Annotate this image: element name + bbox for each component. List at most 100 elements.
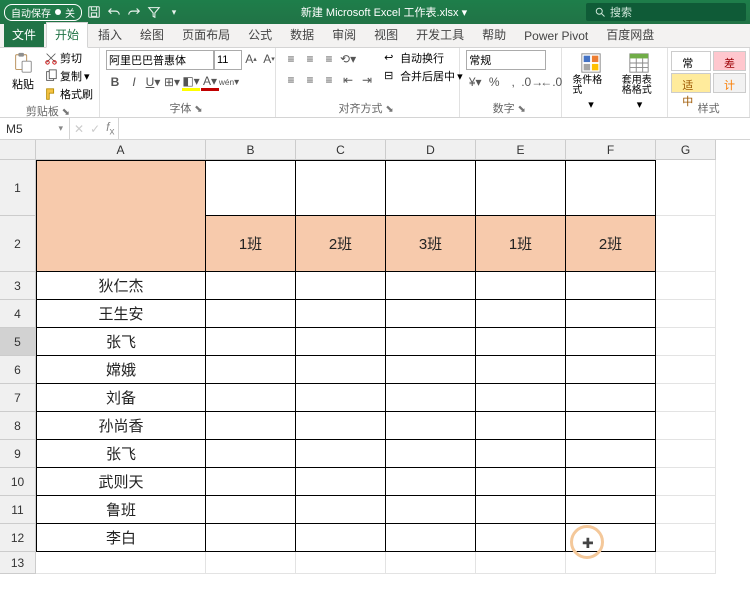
cell-E13[interactable] (476, 552, 566, 574)
cell-D2[interactable]: 3班 (386, 216, 476, 272)
clipboard-launcher-icon[interactable]: ⬊ (59, 107, 73, 118)
cell-E10[interactable] (476, 468, 566, 496)
row-header-12[interactable]: 12 (0, 524, 36, 552)
cell-F9[interactable] (566, 440, 656, 468)
align-top-button[interactable]: ≡ (282, 50, 300, 68)
underline-button[interactable]: U▾ (144, 73, 162, 91)
cell-A7[interactable]: 刘备 (36, 384, 206, 412)
cell-D12[interactable] (386, 524, 476, 552)
cell-C9[interactable] (296, 440, 386, 468)
cell-A3[interactable]: 狄仁杰 (36, 272, 206, 300)
align-right-button[interactable]: ≡ (320, 71, 338, 89)
cell-B1[interactable] (206, 160, 296, 216)
font-name-combo[interactable] (106, 50, 214, 70)
cell-E3[interactable] (476, 272, 566, 300)
format-painter-button[interactable]: 格式刷 (44, 86, 93, 102)
increase-font-button[interactable]: A▴ (242, 50, 260, 68)
align-middle-button[interactable]: ≡ (301, 50, 319, 68)
cell-C13[interactable] (296, 552, 386, 574)
enter-icon[interactable]: ✓ (90, 122, 100, 136)
cell-F6[interactable] (566, 356, 656, 384)
align-bottom-button[interactable]: ≡ (320, 50, 338, 68)
tab-powerpivot[interactable]: Power Pivot (516, 26, 596, 47)
cell-B2[interactable]: 1班 (206, 216, 296, 272)
cell-F4[interactable] (566, 300, 656, 328)
cell-A12[interactable]: 李白 (36, 524, 206, 552)
cell-D7[interactable] (386, 384, 476, 412)
indent-inc-button[interactable]: ⇥ (358, 71, 376, 89)
cell-B7[interactable] (206, 384, 296, 412)
tab-dev[interactable]: 开发工具 (408, 23, 472, 47)
cell-C12[interactable] (296, 524, 386, 552)
cell-E8[interactable] (476, 412, 566, 440)
cell-B3[interactable] (206, 272, 296, 300)
formula-input[interactable] (119, 118, 750, 139)
cell-E9[interactable] (476, 440, 566, 468)
cell-A10[interactable]: 武则天 (36, 468, 206, 496)
tab-insert[interactable]: 插入 (90, 23, 130, 47)
save-icon[interactable] (86, 4, 102, 20)
cell-E4[interactable] (476, 300, 566, 328)
fx-icon[interactable]: fx (106, 120, 114, 137)
cell-B4[interactable] (206, 300, 296, 328)
cell-C7[interactable] (296, 384, 386, 412)
row-header-11[interactable]: 11 (0, 496, 36, 524)
cell-D5[interactable] (386, 328, 476, 356)
cell-C4[interactable] (296, 300, 386, 328)
cell-B8[interactable] (206, 412, 296, 440)
cell-A6[interactable]: 嫦娥 (36, 356, 206, 384)
italic-button[interactable]: I (125, 73, 143, 91)
cell-F8[interactable] (566, 412, 656, 440)
cell-G2[interactable] (656, 216, 716, 272)
name-box[interactable]: M5 ▾ (0, 118, 70, 139)
cell-F5[interactable] (566, 328, 656, 356)
cell-G1[interactable] (656, 160, 716, 216)
redo-icon[interactable] (126, 4, 142, 20)
cancel-icon[interactable]: ✕ (74, 122, 84, 136)
row-header-3[interactable]: 3 (0, 272, 36, 300)
cell-G7[interactable] (656, 384, 716, 412)
col-header-D[interactable]: D (386, 140, 476, 160)
select-all-corner[interactable] (0, 140, 36, 160)
cell-F11[interactable] (566, 496, 656, 524)
cell-G8[interactable] (656, 412, 716, 440)
cell-B13[interactable] (206, 552, 296, 574)
cell-C6[interactable] (296, 356, 386, 384)
search-box[interactable]: 搜索 (586, 3, 746, 21)
style-mid[interactable]: 适中 (671, 73, 711, 93)
cell-F1[interactable] (566, 160, 656, 216)
currency-button[interactable]: ¥▾ (466, 73, 484, 91)
cell-E12[interactable] (476, 524, 566, 552)
dec-decimal-button[interactable]: ←.0 (542, 73, 560, 91)
comma-button[interactable]: , (504, 73, 522, 91)
row-header-6[interactable]: 6 (0, 356, 36, 384)
cell-G10[interactable] (656, 468, 716, 496)
cell-D11[interactable] (386, 496, 476, 524)
cell-A13[interactable] (36, 552, 206, 574)
cell-F7[interactable] (566, 384, 656, 412)
undo-icon[interactable] (106, 4, 122, 20)
cell-C1[interactable] (296, 160, 386, 216)
cell-B10[interactable] (206, 468, 296, 496)
fill-color-button[interactable]: ◧▾ (182, 73, 200, 91)
cell-B11[interactable] (206, 496, 296, 524)
cell-E2[interactable]: 1班 (476, 216, 566, 272)
style-bad[interactable]: 差 (713, 51, 746, 71)
row-header-9[interactable]: 9 (0, 440, 36, 468)
row-header-8[interactable]: 8 (0, 412, 36, 440)
cell-E1[interactable] (476, 160, 566, 216)
cell-G13[interactable] (656, 552, 716, 574)
cell-A9[interactable]: 张飞 (36, 440, 206, 468)
cell-G12[interactable] (656, 524, 716, 552)
style-calc[interactable]: 计 (713, 73, 746, 93)
cell-D4[interactable] (386, 300, 476, 328)
number-format-combo[interactable] (466, 50, 546, 70)
paste-button[interactable]: 粘贴 (6, 50, 40, 94)
align-left-button[interactable]: ≡ (282, 71, 300, 89)
tab-data[interactable]: 数据 (282, 23, 322, 47)
cell-D13[interactable] (386, 552, 476, 574)
cell-E5[interactable] (476, 328, 566, 356)
cell-A11[interactable]: 鲁班 (36, 496, 206, 524)
cell-D8[interactable] (386, 412, 476, 440)
conditional-format-button[interactable]: 条件格式▾ (568, 50, 613, 113)
